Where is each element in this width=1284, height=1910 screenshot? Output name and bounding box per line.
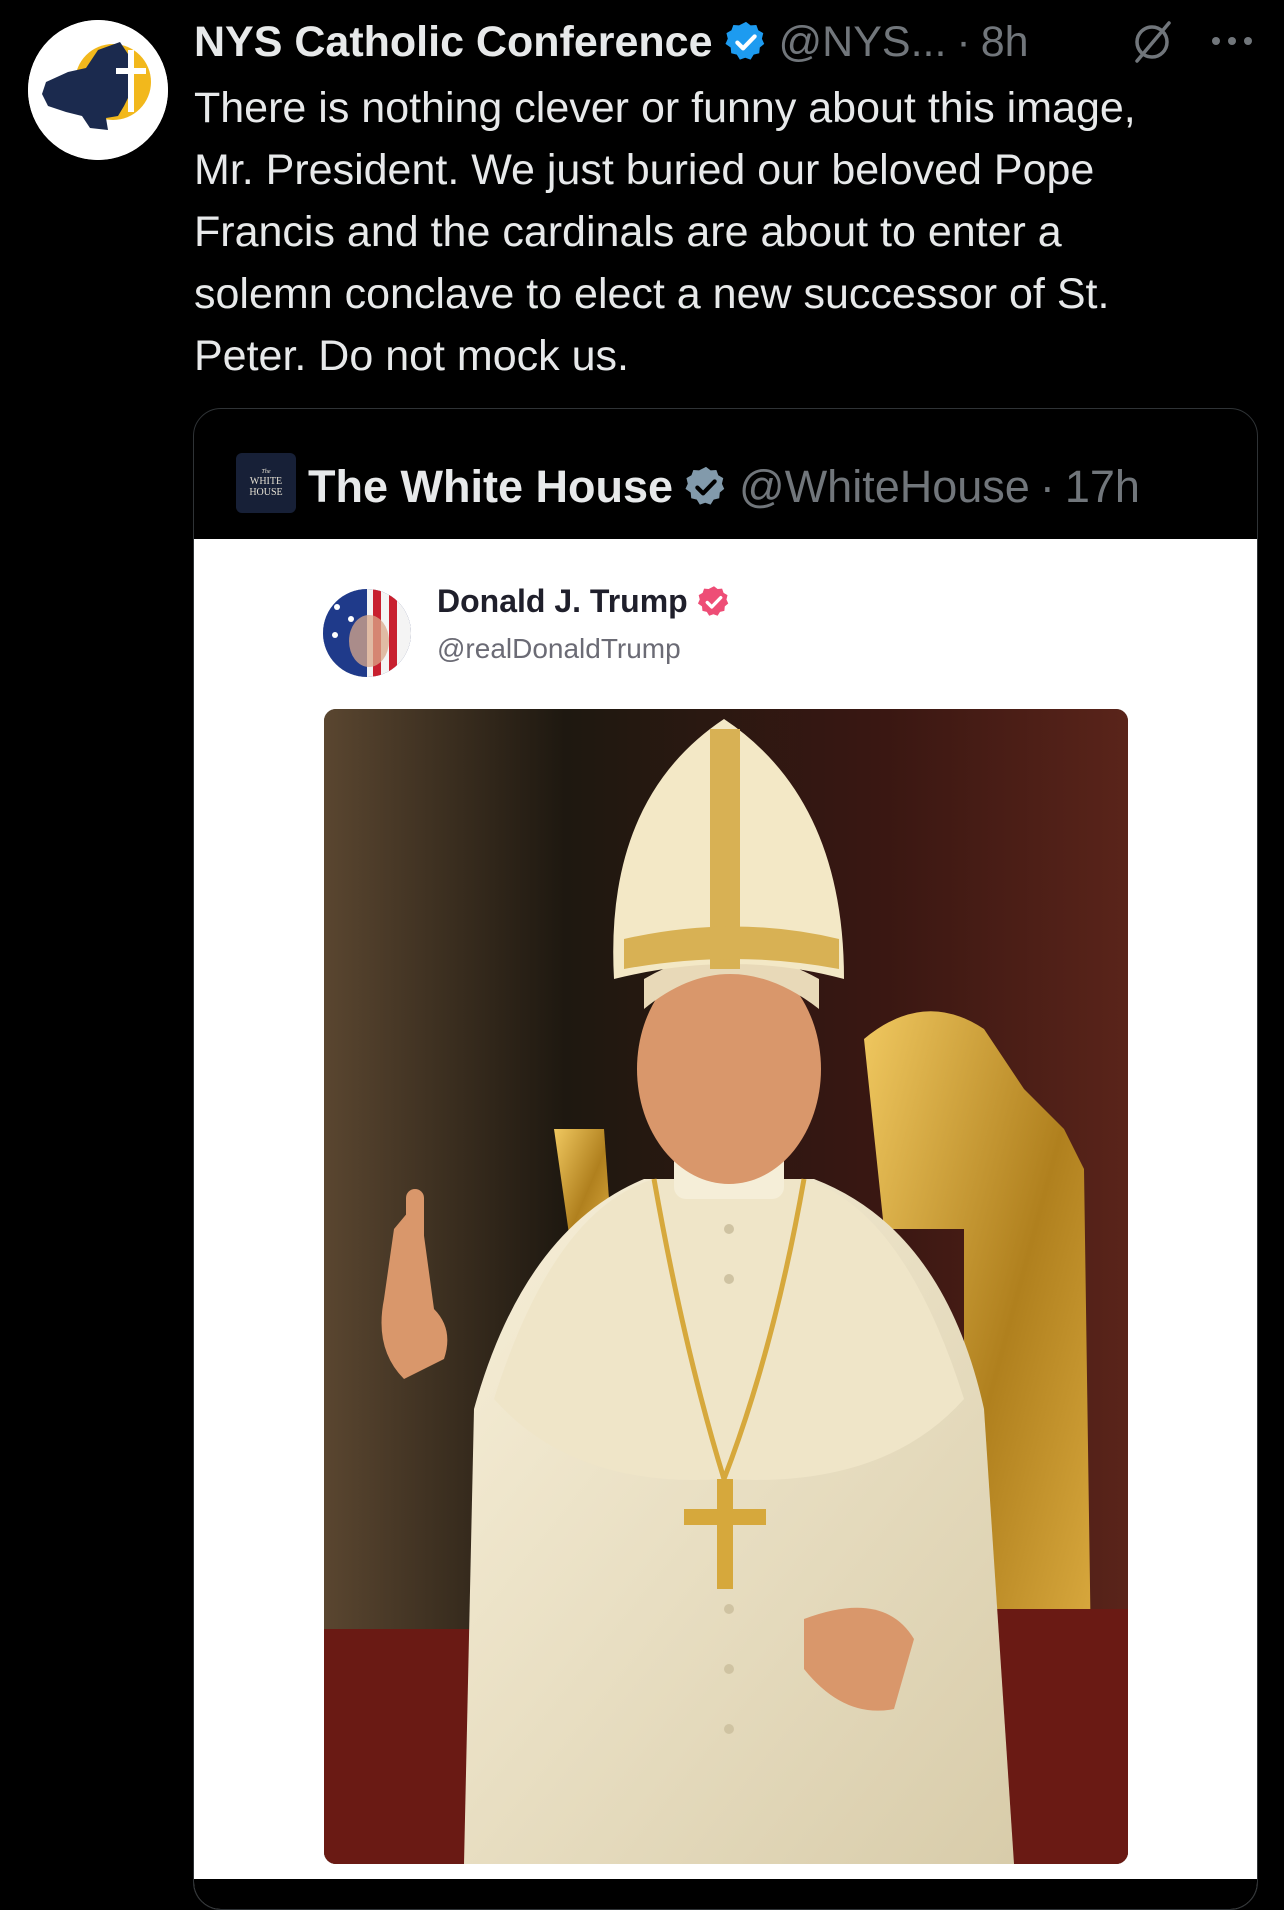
logo-text-top: The [261,468,271,475]
verified-badge-icon [685,466,725,505]
inner-author-handle: @realDonaldTrump [437,633,681,664]
separator-dot: · [1039,461,1055,512]
inner-author-name: Donald J. Trump [437,583,688,619]
portrait-illustration [324,709,1128,1864]
separator-dot: · [956,17,971,66]
author-handle[interactable]: @NYS... [779,18,947,67]
quoted-author-name[interactable]: The White House [308,461,673,513]
media-bottom-edge [194,1879,1257,1909]
flag-portrait-avatar-icon [323,589,411,677]
logo-text-line2: HOUSE [249,486,283,498]
post-header: NYS Catholic Conference @NYS... · 8h [194,12,1029,72]
nys-catholic-logo-icon [28,20,168,160]
quoted-post-media[interactable]: Donald J. Trump @realDonaldTrump [194,539,1257,1909]
quoted-post-header: The WHITE HOUSE The White House @WhiteHo… [194,409,1257,539]
grok-icon[interactable] [1128,18,1176,66]
author-name[interactable]: NYS Catholic Conference [194,18,713,67]
more-icon[interactable] [1208,26,1256,56]
pope-portrait-image [324,709,1128,1864]
quoted-author-row: The White House @WhiteHouse · 17h [308,447,1140,527]
quoted-post[interactable]: The WHITE HOUSE The White House @WhiteHo… [193,408,1258,1910]
post-text: There is nothing clever or funny about t… [194,84,1136,380]
inner-author-row: Donald J. Trump [437,583,732,620]
white-house-logo-icon[interactable]: The WHITE HOUSE [236,453,296,513]
post-time[interactable]: 8h [981,18,1029,67]
quoted-author-handle[interactable]: @WhiteHouse [739,461,1030,513]
logo-text-line1: WHITE [249,475,283,487]
verified-badge-icon [724,21,764,60]
quoted-post-time[interactable]: 17h [1065,461,1140,513]
inner-avatar [323,589,411,677]
verified-badge-icon [697,585,728,616]
author-avatar[interactable] [28,20,168,160]
